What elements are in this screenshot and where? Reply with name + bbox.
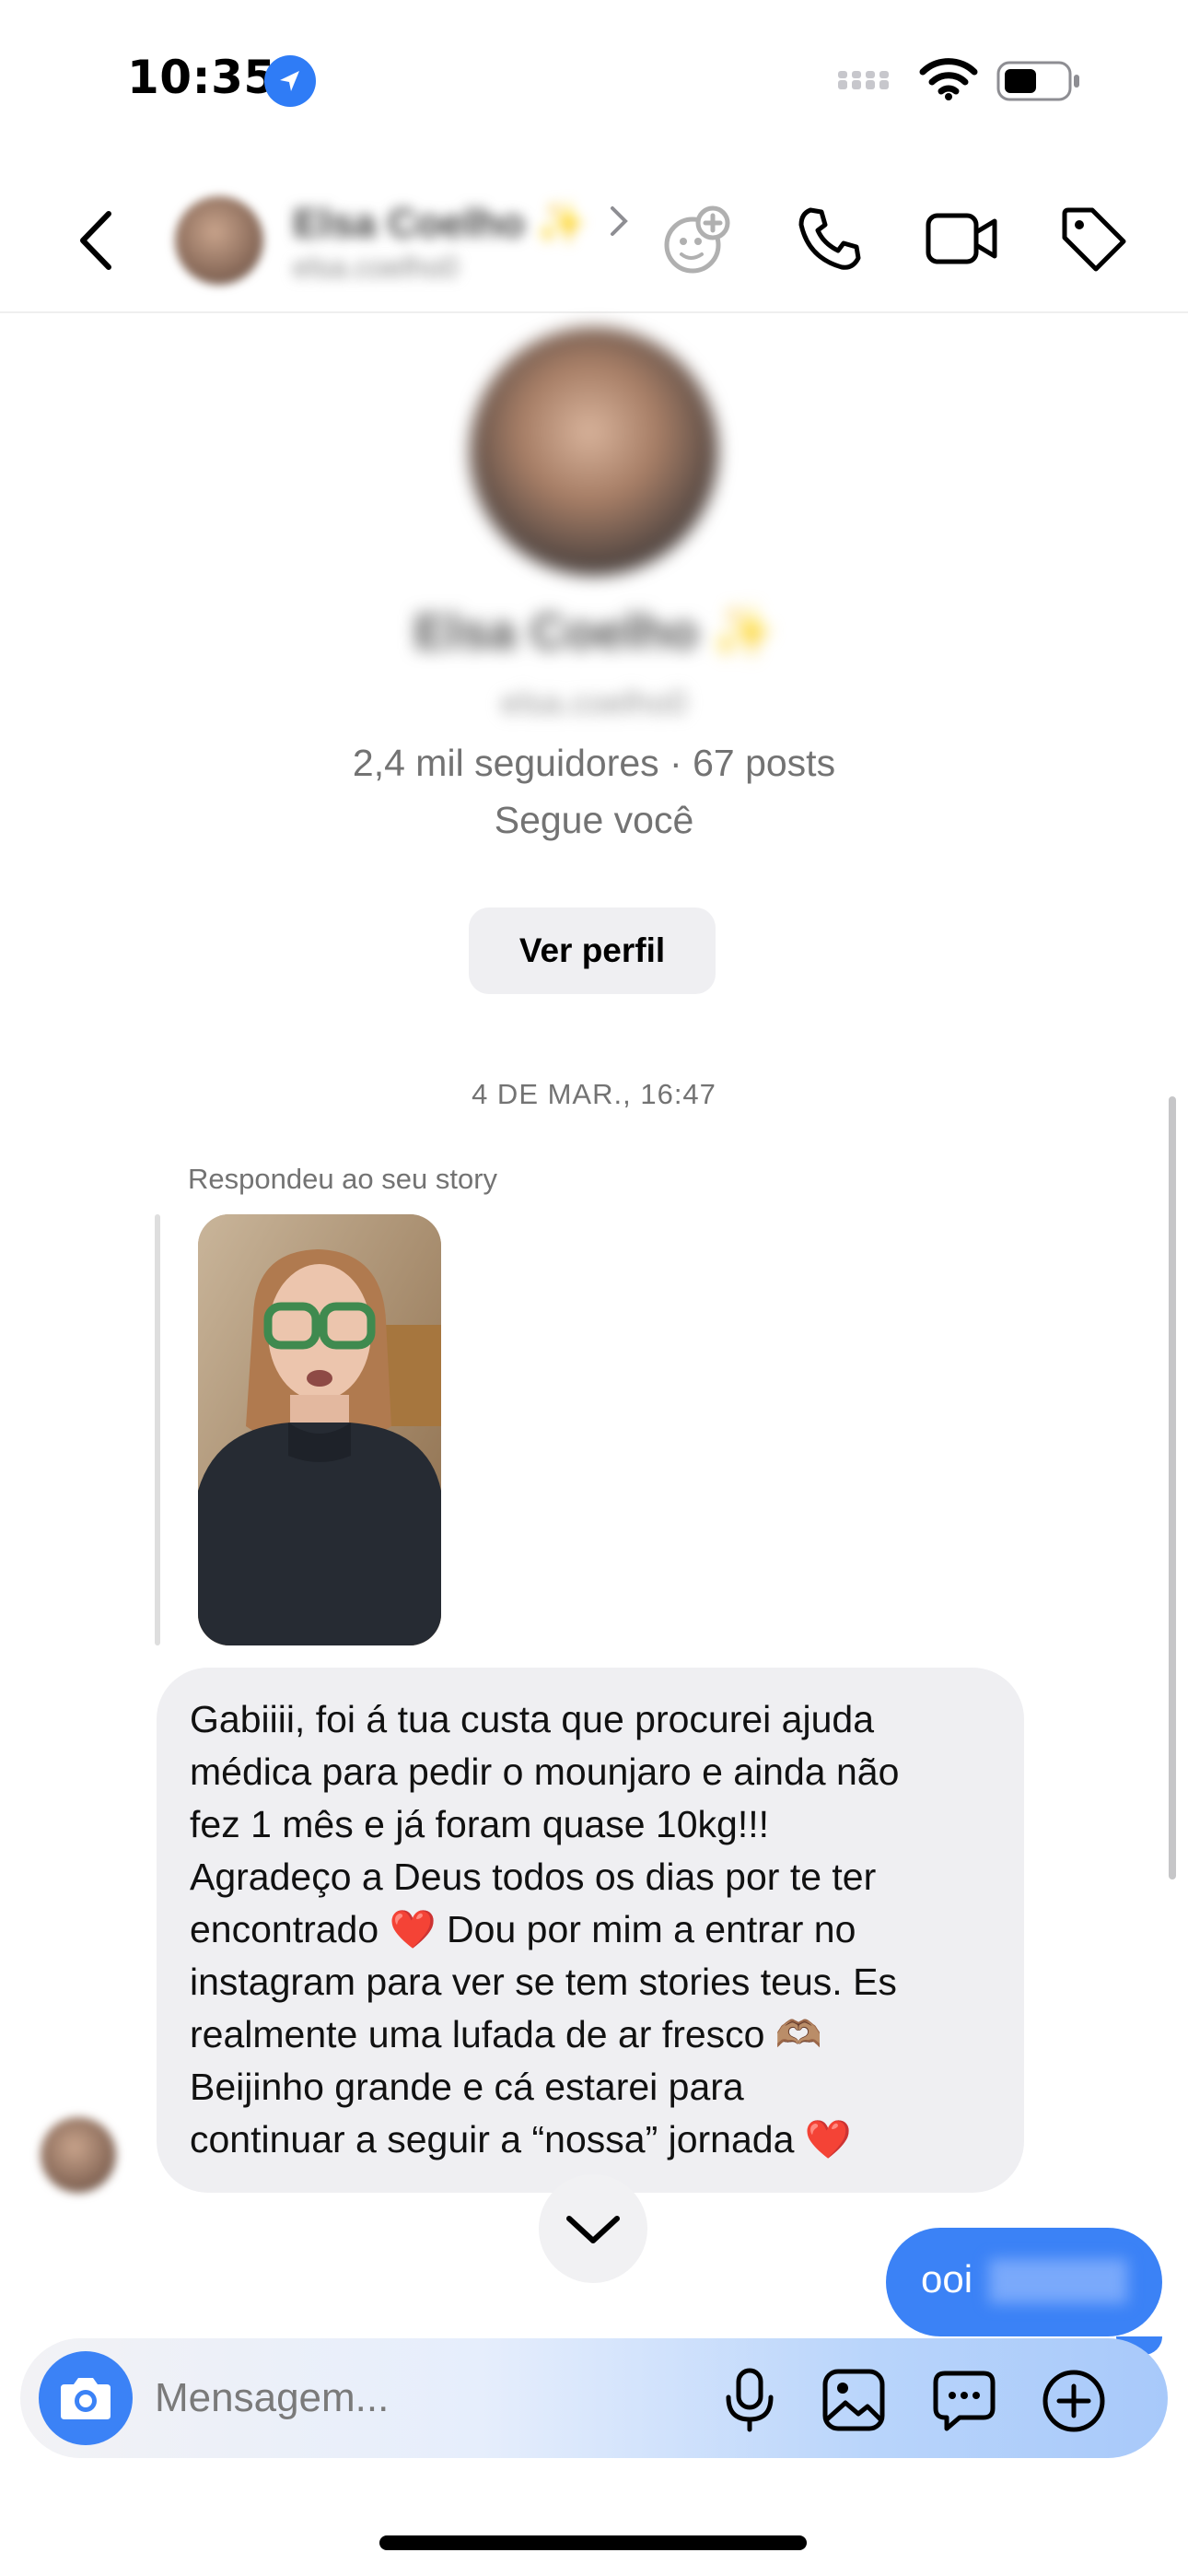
sent-message-bubble[interactable]: ooi: [886, 2228, 1162, 2336]
story-thumbnail[interactable]: [198, 1214, 441, 1645]
message-line: fez 1 mês e já foram quase 10kg!!!: [190, 1803, 769, 1845]
wifi-icon: [919, 57, 978, 106]
camera-icon: [61, 2378, 111, 2419]
message-line: instagram para ver se tem stories teus. …: [190, 1961, 897, 2003]
chevron-down-icon: [566, 2216, 620, 2243]
back-chevron-icon[interactable]: [76, 208, 116, 277]
message-input[interactable]: [155, 2370, 707, 2427]
microphone-icon[interactable]: [720, 2368, 779, 2437]
redacted-text: [989, 2259, 1127, 2303]
tag-icon[interactable]: [1059, 205, 1129, 279]
dm-thread-screen: 10:35 Elsa Coelho ✨ elsa.coelho0 Elsa Co…: [0, 0, 1188, 2576]
message-line: Gabiiii, foi á tua custa que procurei aj…: [190, 1698, 875, 1740]
received-message-bubble[interactable]: Gabiiii, foi á tua custa que procurei aj…: [157, 1668, 1024, 2193]
cellular-signal-icon: [838, 71, 903, 103]
profile-avatar[interactable]: [470, 327, 718, 576]
phone-icon[interactable]: [796, 205, 864, 277]
chevron-right-icon[interactable]: [608, 203, 630, 244]
header-contact-name[interactable]: Elsa Coelho ✨: [293, 199, 587, 247]
status-bar: 10:35: [0, 0, 1188, 157]
sticker-add-icon[interactable]: [659, 205, 733, 283]
camera-button[interactable]: [39, 2351, 133, 2445]
message-line: realmente uma lufada de ar fresco 🫶🏽: [190, 2013, 822, 2055]
profile-name: Elsa Coelho ✨: [413, 604, 775, 660]
follows-you-label: Segue você: [494, 799, 694, 841]
message-segment: continuar a seguir a “nossa” jornada: [190, 2118, 795, 2160]
profile-username: elsa.coelho0: [500, 684, 688, 721]
message-line: continuar a seguir a “nossa” jornada ❤️: [190, 2113, 991, 2166]
sender-avatar[interactable]: [41, 2117, 116, 2193]
message-bubble-icon[interactable]: [932, 2368, 996, 2437]
header-contact-username[interactable]: elsa.coelho0: [293, 251, 459, 285]
status-time: 10:35: [127, 51, 276, 104]
story-reply-label: Respondeu ao seu story: [188, 1163, 498, 1195]
heart-emoji: ❤️: [389, 1908, 437, 1950]
sent-message-text: ooi: [921, 2257, 973, 2301]
message-segment: Dou por mim a entrar no: [447, 1908, 856, 1950]
message-line: Agradeço a Deus todos os dias por te ter: [190, 1856, 877, 1898]
message-timestamp: 4 DE MAR., 16:47: [472, 1078, 716, 1110]
gallery-icon[interactable]: [821, 2368, 886, 2437]
message-segment: encontrado: [190, 1908, 379, 1950]
heart-emoji: ❤️: [804, 2118, 852, 2160]
message-line: encontrado ❤️ Dou por mim a entrar no: [190, 1903, 991, 1956]
conversation-header: Elsa Coelho ✨ elsa.coelho0: [0, 175, 1188, 313]
reply-indicator-bar: [155, 1214, 160, 1645]
message-line: médica para pedir o mounjaro e ainda não: [190, 1751, 900, 1793]
message-line: Beijinho grande e cá estarei para: [190, 2066, 744, 2108]
plus-circle-icon[interactable]: [1041, 2368, 1107, 2439]
scrollbar[interactable]: [1169, 1096, 1176, 1879]
location-arrow-icon: [264, 55, 316, 107]
video-camera-icon[interactable]: [925, 205, 1000, 277]
home-indicator: [379, 2535, 807, 2550]
battery-icon: [996, 61, 1081, 106]
scroll-to-bottom-button[interactable]: [539, 2174, 647, 2283]
profile-stats: 2,4 mil seguidores · 67 posts: [352, 742, 836, 784]
header-avatar[interactable]: [175, 196, 263, 285]
message-composer: [20, 2338, 1168, 2458]
view-profile-button[interactable]: Ver perfil: [469, 907, 716, 994]
